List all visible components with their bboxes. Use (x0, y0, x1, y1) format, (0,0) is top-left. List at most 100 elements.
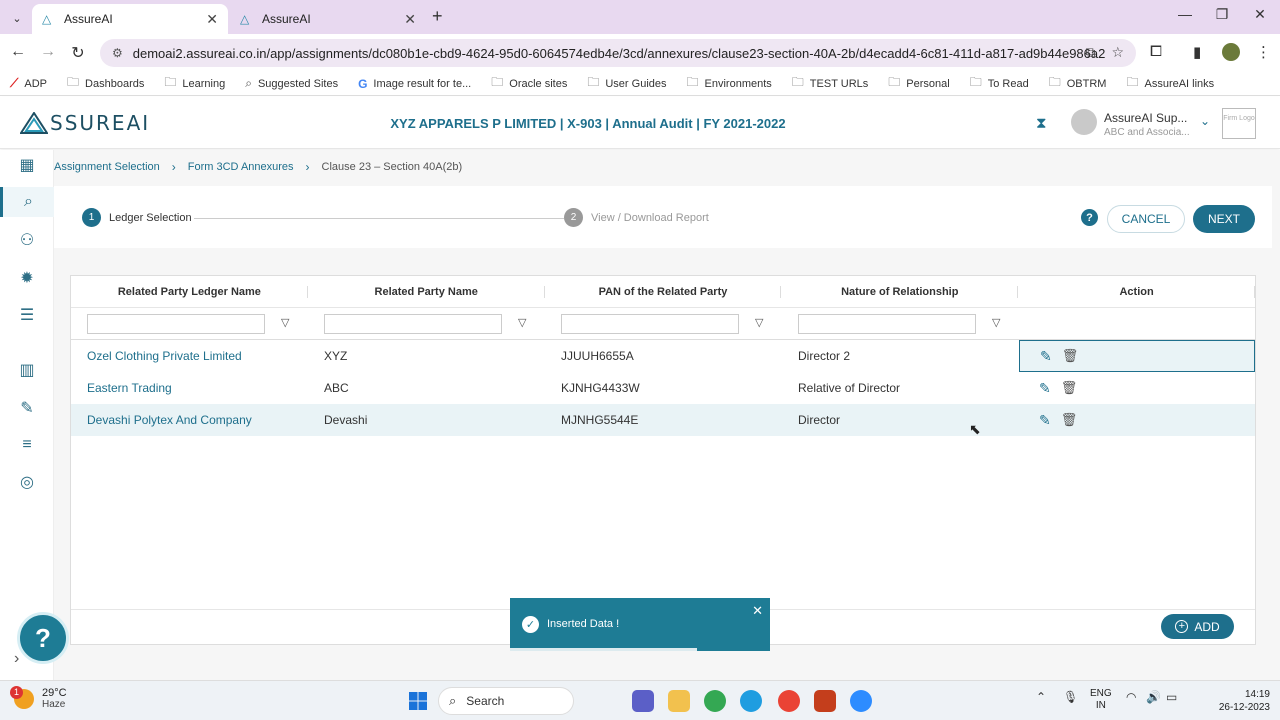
browser-menu-icon[interactable]: ⋮ (1256, 43, 1271, 61)
bookmark-obtrm[interactable]: 🗀 OBTRM (1049, 73, 1107, 94)
ledger-name-cell[interactable]: Ozel Clothing Private Limited (71, 349, 308, 363)
filter-icon[interactable]: ▽ (992, 316, 1000, 329)
user-name[interactable]: AssureAI Sup... (1104, 111, 1187, 125)
browser-profile-avatar[interactable] (1222, 43, 1240, 61)
table-row[interactable]: Devashi Polytex And Company Devashi MJNH… (71, 404, 1255, 436)
folder-icon: 🗀 (1048, 75, 1061, 89)
next-button[interactable]: NEXT (1193, 205, 1255, 233)
edit-icon[interactable]: ✎ (1040, 348, 1052, 365)
windows-start-icon[interactable] (407, 690, 429, 712)
file-explorer-icon[interactable] (668, 690, 690, 712)
step-ledger-selection[interactable]: 1 Ledger Selection (82, 208, 192, 227)
filter-input-pan[interactable] (561, 314, 739, 334)
back-arrow-icon[interactable]: ← (8, 43, 28, 61)
bookmark-star-icon[interactable]: ☆ (1111, 44, 1124, 61)
column-header[interactable]: Nature of Relationship (781, 276, 1018, 307)
document-icon[interactable]: ☰ (0, 300, 54, 330)
column-header[interactable]: Related Party Name (308, 276, 545, 307)
install-app-icon[interactable]: ⧉ (1085, 44, 1095, 61)
edge-icon[interactable] (740, 690, 762, 712)
taskbar-search[interactable]: ⌕ Search (438, 687, 574, 715)
side-panel-icon[interactable]: ▮ (1193, 43, 1201, 61)
browser-tab-1[interactable]: △ AssureAI ✕ (32, 4, 228, 34)
filter-input-ledger[interactable] (87, 314, 265, 334)
weather-widget[interactable]: 1 29°C Haze (10, 685, 67, 710)
bookmark-assureai-links[interactable]: 🗀 AssureAI links (1126, 73, 1214, 94)
close-icon[interactable]: ✕ (752, 603, 763, 619)
column-header[interactable]: Related Party Ledger Name (71, 276, 308, 307)
maximize-icon[interactable]: ❐ (1207, 6, 1237, 23)
bookmark-environments[interactable]: 🗀 Environments (687, 73, 772, 94)
hourglass-icon[interactable]: ⧗ (1036, 115, 1047, 132)
chevron-down-icon[interactable]: ⌄ (1200, 114, 1210, 128)
ledger-name-cell[interactable]: Devashi Polytex And Company (71, 413, 308, 427)
settings-gear-icon[interactable]: ✹ (0, 263, 54, 293)
table-row[interactable]: Eastern Trading ABC KJNHG4433W Relative … (71, 372, 1255, 404)
window-close-icon[interactable]: ✕ (1245, 6, 1275, 23)
table-row[interactable]: Ozel Clothing Private Limited XYZ JJUUH6… (71, 340, 1255, 372)
edit-icon[interactable]: ✎ (1039, 380, 1051, 397)
dashboard-icon[interactable]: ▦ (0, 150, 54, 180)
breadcrumb-assignment-selection[interactable]: Assignment Selection (54, 161, 160, 173)
column-header[interactable]: PAN of the Related Party (545, 276, 782, 307)
chrome-active-icon[interactable] (778, 690, 800, 712)
extensions-icon[interactable]: ⧠ (1150, 43, 1162, 60)
bookmark-test-urls[interactable]: 🗀 TEST URLs (792, 73, 869, 94)
input-language[interactable]: ENG IN (1090, 688, 1112, 712)
new-tab-icon[interactable]: + (432, 6, 443, 27)
building-icon[interactable]: ▥ (0, 355, 54, 385)
chrome-icon[interactable] (704, 690, 726, 712)
reload-icon[interactable]: ↻ (68, 43, 88, 63)
browser-tab-2[interactable]: △ AssureAI ✕ (230, 4, 426, 34)
minimize-icon[interactable]: — (1170, 6, 1200, 22)
bookmark-personal[interactable]: 🗀 Personal (888, 73, 949, 94)
breadcrumb-form-3cd-annexures[interactable]: Form 3CD Annexures (188, 161, 294, 173)
check-circle-icon[interactable]: ◎ (0, 467, 54, 497)
address-bar[interactable]: ⚙ demoai2.assureai.co.in/app/assignments… (100, 39, 1136, 67)
table-header: Related Party Ledger Name Related Party … (71, 276, 1255, 308)
system-clock[interactable]: 14:19 26-12-2023 (1210, 688, 1270, 714)
tab-close-icon[interactable]: ✕ (404, 11, 416, 28)
users-icon[interactable]: ⚇ (0, 225, 54, 255)
bookmark-oracle-sites[interactable]: 🗀 Oracle sites (491, 73, 567, 94)
delete-icon[interactable]: 🗑 (1062, 348, 1079, 364)
filter-input-relationship[interactable] (798, 314, 976, 334)
help-icon[interactable]: ? (1081, 209, 1098, 226)
microphone-icon[interactable]: 🎙 (1063, 690, 1078, 704)
chevron-right-icon[interactable]: › (14, 650, 19, 668)
filter-input-party[interactable] (324, 314, 502, 334)
teams-chat-icon[interactable] (632, 690, 654, 712)
add-button[interactable]: + ADD (1161, 614, 1234, 639)
bookmark-adp[interactable]: ⟋ ADP (10, 76, 47, 91)
ledger-name-cell[interactable]: Eastern Trading (71, 381, 308, 395)
forward-arrow-icon[interactable]: → (38, 43, 58, 61)
tab-search-chevron-icon[interactable]: ⌄ (6, 7, 28, 29)
edit-icon[interactable]: ✎ (1039, 412, 1051, 429)
filter-icon[interactable]: ▽ (755, 316, 763, 329)
bookmark-user-guides[interactable]: 🗀 User Guides (587, 73, 666, 94)
tab-close-icon[interactable]: ✕ (206, 11, 218, 28)
step-view-download-report[interactable]: 2 View / Download Report (564, 208, 709, 227)
zoom-icon[interactable] (850, 690, 872, 712)
filter-icon[interactable]: ▽ (281, 316, 289, 329)
powerpoint-icon[interactable] (814, 690, 836, 712)
bookmark-image-result[interactable]: G Image result for te... (358, 77, 471, 91)
volume-icon[interactable]: 🔊 (1146, 690, 1161, 704)
bookmark-suggested-sites[interactable]: ⌕ Suggested Sites (245, 76, 338, 91)
site-info-icon[interactable]: ⚙ (112, 46, 123, 60)
user-avatar[interactable] (1071, 109, 1097, 135)
bookmark-dashboards[interactable]: 🗀 Dashboards (67, 73, 144, 94)
filter-icon[interactable]: ▽ (518, 316, 526, 329)
delete-icon[interactable]: 🗑 (1061, 380, 1078, 396)
cancel-button[interactable]: CANCEL (1107, 205, 1185, 233)
wifi-icon[interactable]: ◠ (1126, 690, 1136, 704)
checklist-icon[interactable]: ≡ (0, 430, 54, 460)
search-doc-icon[interactable]: ⌕ (0, 187, 54, 217)
help-fab-button[interactable]: ? (17, 612, 69, 664)
delete-icon[interactable]: 🗑 (1061, 412, 1078, 428)
tools-icon[interactable]: ✎ (0, 393, 54, 423)
bookmark-to-read[interactable]: 🗀 To Read (970, 73, 1029, 94)
battery-icon[interactable]: ▭ (1166, 690, 1177, 704)
tray-chevron-up-icon[interactable]: ⌃ (1036, 690, 1046, 704)
bookmark-learning[interactable]: 🗀 Learning (164, 73, 225, 94)
